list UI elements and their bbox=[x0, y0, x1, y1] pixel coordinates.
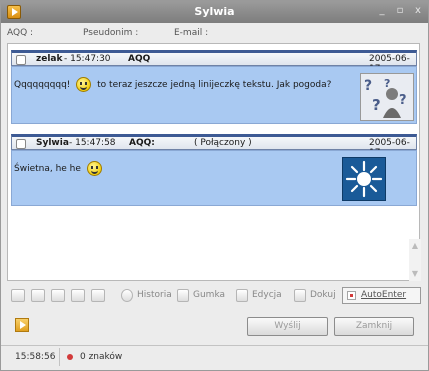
close-icon[interactable]: x bbox=[411, 4, 425, 18]
char-counter: 0 znaków bbox=[80, 352, 123, 362]
message-body: Świetna, he he bbox=[11, 150, 417, 206]
play-icon[interactable] bbox=[71, 289, 85, 302]
document-icon[interactable] bbox=[91, 289, 105, 302]
connection-status: ( Połączony ) bbox=[194, 138, 252, 148]
message-header: Sylwia - 15:47:58 AQQ: ( Połączony ) 200… bbox=[11, 134, 417, 158]
image-icon[interactable] bbox=[51, 289, 65, 302]
svg-text:?: ? bbox=[399, 93, 407, 108]
message-time: - 15:47:30 bbox=[64, 54, 111, 64]
sender-name: Sylwia bbox=[36, 138, 69, 148]
emoticons-icon[interactable] bbox=[11, 289, 25, 302]
chat-window: Sylwia _ ▫ x AQQ : Pseudonim : E-mail : … bbox=[0, 0, 429, 371]
eraser-icon[interactable] bbox=[177, 289, 189, 302]
chat-history[interactable]: zelak - 15:47:30 AQQ 2005-06-17 Qqqqqqqq… bbox=[7, 43, 421, 281]
question-marks-avatar-icon: ? ? ? ? bbox=[360, 73, 414, 121]
send-button[interactable]: Wyślij bbox=[247, 317, 328, 336]
minimize-icon[interactable]: _ bbox=[375, 4, 389, 18]
close-button[interactable]: Zamknij bbox=[334, 317, 414, 336]
history-icon[interactable] bbox=[121, 289, 133, 302]
window-title: Sylwia bbox=[194, 5, 235, 18]
message-text-continued: to teraz jeszcze jedną linijeczkę tekstu… bbox=[97, 80, 332, 90]
smiley-emoticon-icon bbox=[76, 77, 92, 92]
sun-avatar-icon bbox=[342, 157, 386, 201]
history-button[interactable]: Historia bbox=[137, 290, 172, 300]
status-dot-icon bbox=[67, 354, 73, 360]
eraser-button[interactable]: Gumka bbox=[193, 290, 225, 300]
send-file-icon[interactable] bbox=[15, 318, 29, 332]
edit-button[interactable]: Edycja bbox=[252, 290, 282, 300]
edit-icon[interactable] bbox=[236, 289, 248, 302]
scroll-up-icon[interactable]: ▲ bbox=[410, 241, 420, 251]
title-bar: Sylwia _ ▫ x bbox=[1, 1, 428, 23]
pseudonim-label: Pseudonim : bbox=[83, 28, 139, 38]
message-checkbox[interactable] bbox=[16, 55, 26, 65]
protocol-label: AQQ bbox=[128, 54, 151, 64]
maximize-icon[interactable]: ▫ bbox=[393, 4, 407, 18]
sender-name: zelak bbox=[36, 54, 63, 64]
autoenter-checkbox[interactable] bbox=[347, 291, 356, 300]
svg-text:?: ? bbox=[372, 96, 381, 114]
autoenter-label: AutoEnter bbox=[361, 290, 407, 300]
message-time: - 15:47:58 bbox=[69, 138, 116, 148]
dock-icon[interactable] bbox=[294, 289, 306, 302]
status-bar: 15:58:56 0 znaków bbox=[1, 345, 428, 370]
status-time: 15:58:56 bbox=[15, 352, 56, 362]
laughing-emoticon-icon bbox=[86, 161, 102, 176]
email-label: E-mail : bbox=[174, 28, 209, 38]
record-dot-icon bbox=[350, 294, 353, 297]
message-checkbox[interactable] bbox=[16, 139, 26, 149]
attach-icon[interactable] bbox=[31, 289, 45, 302]
aqq-label: AQQ : bbox=[7, 28, 34, 38]
protocol-label: AQQ: bbox=[129, 138, 155, 148]
dock-button[interactable]: Dokuj bbox=[310, 290, 336, 300]
message-toolbar: Historia Gumka Edycja Dokuj AutoEnter bbox=[11, 287, 423, 304]
message-header: zelak - 15:47:30 AQQ 2005-06-17 bbox=[11, 50, 417, 74]
input-scrollbar[interactable]: ▲ ▼ bbox=[409, 239, 421, 281]
autoenter-toggle[interactable]: AutoEnter bbox=[342, 287, 421, 304]
scroll-down-icon[interactable]: ▼ bbox=[410, 269, 420, 279]
svg-text:?: ? bbox=[384, 77, 390, 90]
svg-text:?: ? bbox=[364, 78, 372, 94]
status-divider bbox=[59, 348, 60, 366]
contact-info-bar: AQQ : Pseudonim : E-mail : bbox=[1, 25, 428, 41]
message-body: Qqqqqqqqq! to teraz jeszcze jedną linije… bbox=[11, 66, 417, 124]
message-text: Qqqqqqqqq! bbox=[14, 80, 71, 90]
message-text: Świetna, he he bbox=[14, 164, 81, 174]
